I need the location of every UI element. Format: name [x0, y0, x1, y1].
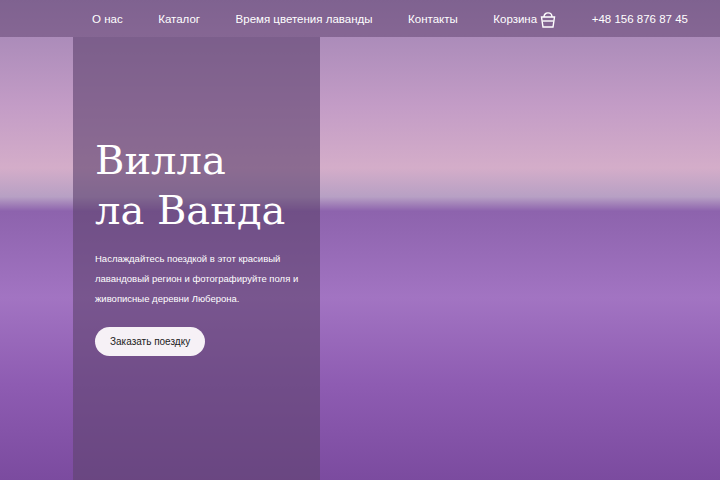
basket-icon [540, 10, 556, 28]
order-button[interactable]: Заказать поездку [95, 327, 205, 356]
phone-number[interactable]: +48 156 876 87 45 [592, 13, 688, 25]
hero-photo: Виллала Ванда Наслаждайтесь поездкой в эт… [0, 37, 720, 480]
hero-title-line: ла Ванда [95, 185, 285, 235]
hero-title: Виллала Ванда [95, 135, 285, 235]
nav-link[interactable]: Каталог [158, 13, 200, 25]
hero-panel: Виллала Ванда Наслаждайтесь поездкой в эт… [73, 37, 320, 480]
hero-title-line: Вилла [95, 135, 285, 185]
landing-page: О нас Каталог Время цветения лаванды Контак… [0, 0, 720, 480]
nav-bar: О нас Каталог Время цветения лаванды Контак… [0, 0, 720, 37]
cart-link[interactable]: Корзина [493, 10, 556, 28]
nav-link[interactable]: Время цветения лаванды [236, 13, 373, 25]
nav-link[interactable]: Контакты [408, 13, 458, 25]
nav-link[interactable]: О нас [92, 13, 123, 25]
hero-description: Наслаждайтесь поездкой в этот красивый л… [95, 249, 300, 309]
